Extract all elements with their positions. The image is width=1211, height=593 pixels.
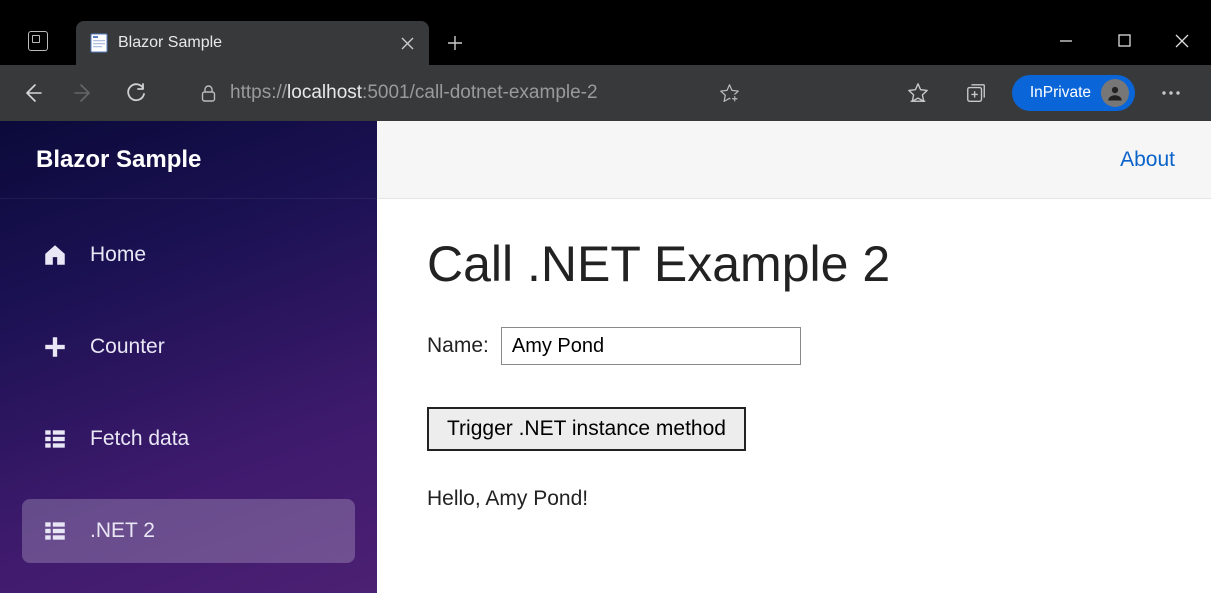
browser-tab[interactable]: Blazor Sample [76,21,429,65]
plus-icon [447,35,463,51]
collections-icon [965,82,987,104]
sidebar-item-fetch-data[interactable]: Fetch data [22,407,355,471]
url-text: https://localhost:5001/call-dotnet-examp… [230,82,598,104]
arrow-left-icon [21,82,43,104]
collections-button[interactable] [954,73,998,113]
nav-forward-button[interactable] [62,73,106,113]
inprivate-badge[interactable]: InPrivate [1012,75,1135,111]
tab-favicon [90,33,108,53]
sidebar-item-label: Home [90,243,146,267]
home-icon [42,242,68,268]
tab-actions-button[interactable] [0,16,76,65]
arrow-right-icon [73,82,95,104]
list-icon [42,426,68,452]
maximize-icon [1118,34,1131,47]
window-close-button[interactable] [1153,16,1211,65]
tab-close-button[interactable] [393,29,421,57]
star-icon [907,82,929,104]
lock-icon [200,84,217,103]
tab-title: Blazor Sample [118,34,383,52]
sidebar-item-label: Counter [90,335,165,359]
app-sidebar: Blazor Sample Home Counter Fetch data . [0,121,377,593]
sidebar-item-label: Fetch data [90,427,189,451]
tab-actions-icon [28,31,48,51]
sidebar-item-home[interactable]: Home [22,223,355,287]
site-info-button[interactable] [194,79,222,107]
sidebar-item-counter[interactable]: Counter [22,315,355,379]
content-area: About Call .NET Example 2 Name: Trigger … [377,121,1211,593]
output-text: Hello, Amy Pond! [427,487,1211,511]
content-topbar: About [377,121,1211,199]
browser-toolbar: https://localhost:5001/call-dotnet-examp… [0,65,1211,121]
sidebar-item-dotnet-2[interactable]: .NET 2 [22,499,355,563]
settings-menu-button[interactable] [1149,73,1193,113]
window-maximize-button[interactable] [1095,16,1153,65]
minimize-icon [1059,34,1073,48]
nav-back-button[interactable] [10,73,54,113]
app-brand: Blazor Sample [36,146,201,174]
about-link[interactable]: About [1120,148,1175,172]
profile-avatar [1101,79,1129,107]
trigger-button[interactable]: Trigger .NET instance method [427,407,746,451]
star-add-icon [719,83,740,104]
favorites-button[interactable] [896,73,940,113]
new-tab-button[interactable] [435,23,475,63]
address-bar[interactable]: https://localhost:5001/call-dotnet-examp… [190,73,750,113]
tab-strip: Blazor Sample [0,16,1211,65]
list-icon [42,518,68,544]
refresh-icon [125,82,147,104]
name-label: Name: [427,334,489,358]
close-icon [401,37,414,50]
favorite-button[interactable] [719,83,740,104]
more-icon [1161,83,1181,103]
page-heading: Call .NET Example 2 [427,235,1211,293]
plus-icon [42,334,68,360]
close-icon [1175,34,1189,48]
nav-refresh-button[interactable] [114,73,158,113]
person-icon [1106,84,1124,102]
sidebar-item-label: .NET 2 [90,519,155,543]
inprivate-label: InPrivate [1030,84,1091,102]
name-input[interactable] [501,327,801,365]
window-minimize-button[interactable] [1037,16,1095,65]
brand-row: Blazor Sample [0,121,377,199]
